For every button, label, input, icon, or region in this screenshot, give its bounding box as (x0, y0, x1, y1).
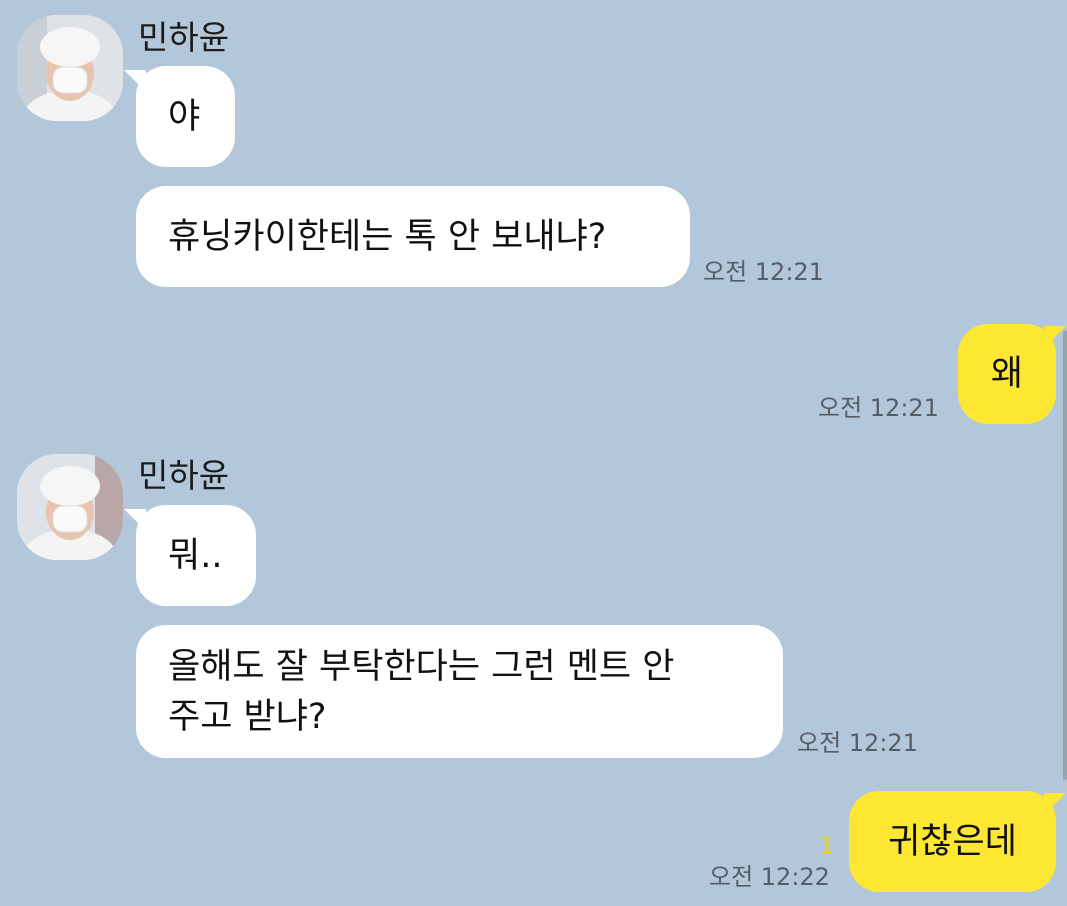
profile-photo-icon (17, 15, 123, 121)
bubble-tail (1044, 793, 1066, 815)
my-message-bubble[interactable]: 왜 (958, 324, 1056, 424)
message-bubble[interactable]: 뭐.. (136, 505, 256, 606)
message-time: 오전 12:21 (797, 729, 918, 757)
avatar[interactable] (17, 15, 123, 121)
sender-name: 민하윤 (138, 18, 230, 57)
unread-count: 1 (820, 834, 834, 859)
message-time: 오전 12:21 (703, 258, 824, 286)
scrollbar[interactable] (1063, 330, 1067, 780)
sender-name: 민하윤 (138, 456, 230, 495)
message-bubble[interactable]: 올해도 잘 부탁한다는 그런 멘트 안 주고 받냐? (136, 625, 783, 758)
profile-photo-icon (17, 454, 123, 560)
message-bubble[interactable]: 휴닝카이한테는 톡 안 보내냐? (136, 186, 690, 287)
chat-view[interactable]: 민하윤 야 휴닝카이한테는 톡 안 보내냐? 오전 12:21 왜 오전 12:… (0, 0, 1067, 906)
message-bubble[interactable]: 야 (136, 66, 235, 167)
my-message-bubble[interactable]: 귀찮은데 (849, 791, 1056, 892)
message-time: 오전 12:22 (709, 863, 830, 891)
avatar[interactable] (17, 454, 123, 560)
message-time: 오전 12:21 (818, 394, 939, 422)
